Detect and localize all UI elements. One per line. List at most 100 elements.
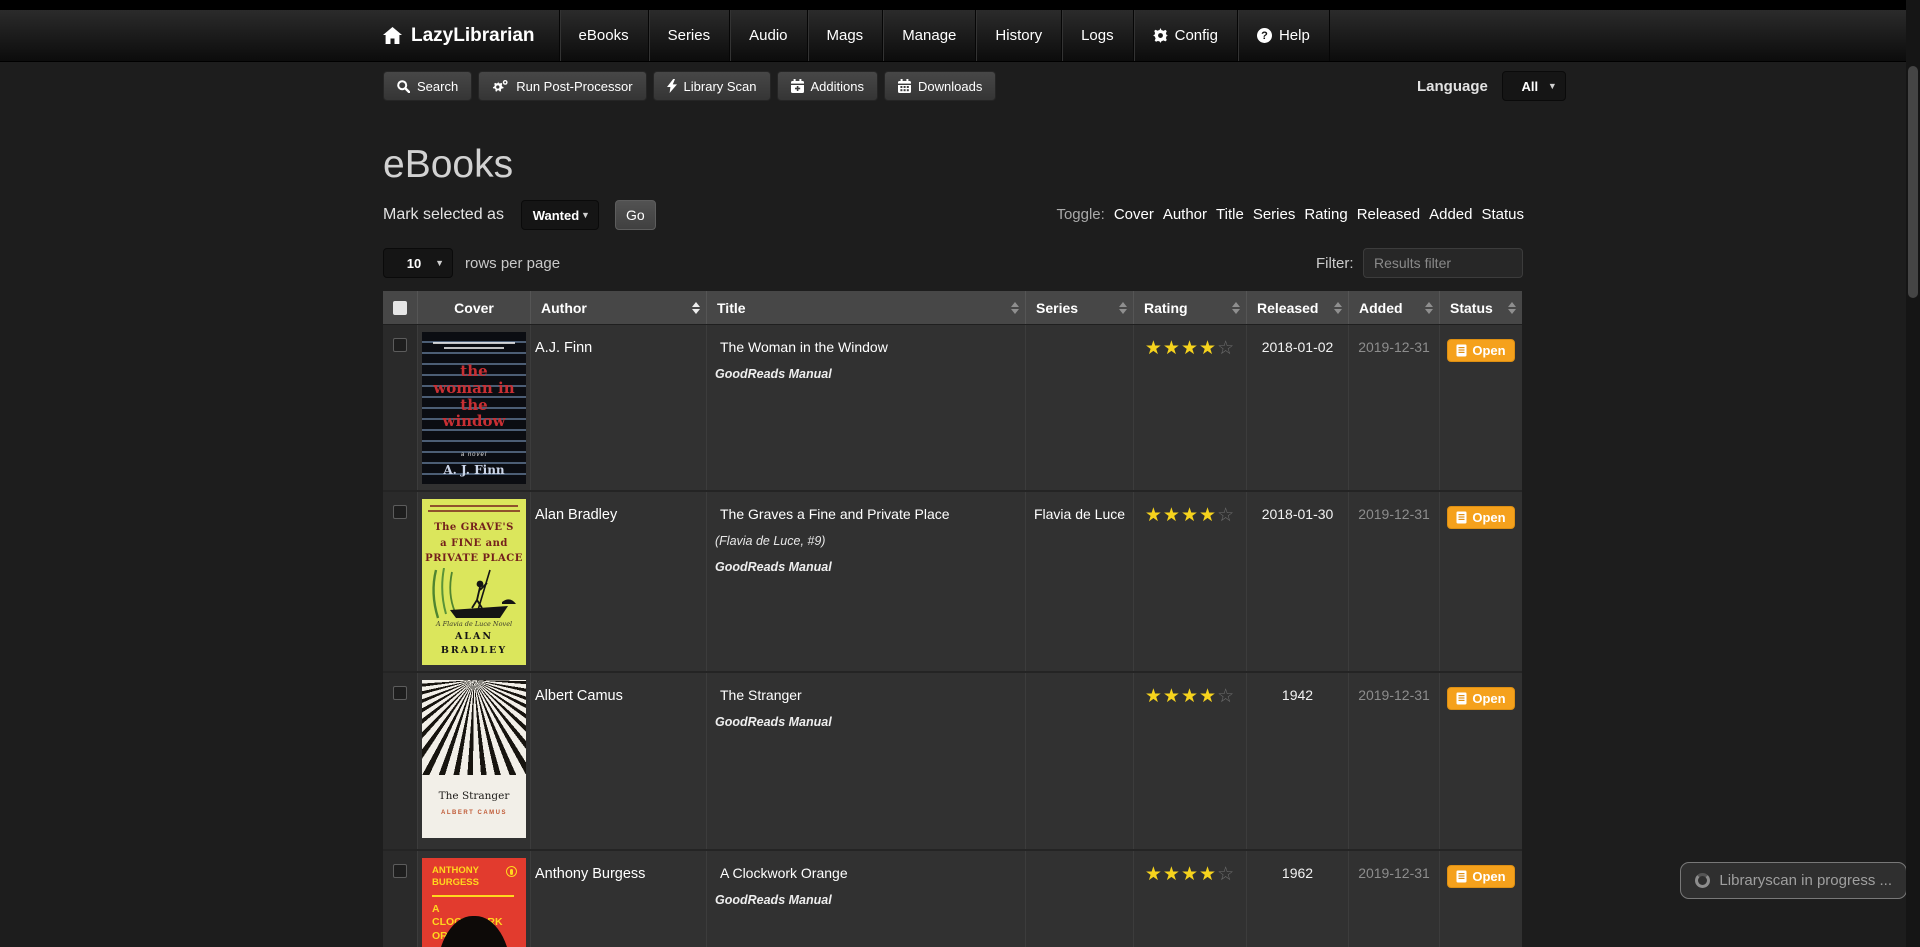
open-book-button[interactable]: Open bbox=[1447, 865, 1514, 888]
author-link[interactable]: Anthony Burgess bbox=[531, 866, 645, 882]
author-link[interactable]: Alan Bradley bbox=[531, 507, 617, 523]
open-book-button[interactable]: Open bbox=[1447, 506, 1514, 529]
added-date: 2019-12-31 bbox=[1358, 865, 1430, 881]
header-series[interactable]: Series bbox=[1026, 291, 1134, 324]
nav-label: History bbox=[995, 27, 1042, 44]
row-checkbox[interactable] bbox=[393, 864, 407, 878]
cover-title-text: The Stranger bbox=[422, 790, 526, 802]
mark-selected-label: Mark selected as bbox=[383, 206, 504, 224]
nav-item-history[interactable]: History bbox=[975, 10, 1061, 61]
status-label: Open bbox=[1472, 691, 1505, 706]
row-checkbox[interactable] bbox=[393, 338, 407, 352]
select-all-checkbox[interactable] bbox=[393, 301, 407, 315]
toggle-series[interactable]: Series bbox=[1253, 206, 1296, 223]
toggle-status[interactable]: Status bbox=[1481, 206, 1524, 223]
added-date: 2019-12-31 bbox=[1358, 687, 1430, 703]
nav-label: Manage bbox=[902, 27, 956, 44]
nav-item-series[interactable]: Series bbox=[648, 10, 730, 61]
select-all-header bbox=[383, 291, 418, 324]
nav-item-manage[interactable]: Manage bbox=[882, 10, 975, 61]
book-cover-graves-fine-private-place[interactable]: The GRAVE'S a FINE and PRIVATE PLACE A F… bbox=[422, 499, 526, 665]
nav-label: Audio bbox=[749, 27, 787, 44]
nav-item-audio[interactable]: Audio bbox=[729, 10, 806, 61]
library-scan-button[interactable]: Library Scan bbox=[653, 71, 771, 101]
author-link[interactable]: Albert Camus bbox=[531, 688, 623, 704]
go-button[interactable]: Go bbox=[615, 200, 656, 230]
nav-item-help[interactable]: ? Help bbox=[1237, 10, 1330, 61]
book-title-link[interactable]: A Clockwork Orange bbox=[707, 865, 1025, 881]
rows-per-page-select[interactable]: 10 ▼ bbox=[383, 248, 453, 278]
toggle-released[interactable]: Released bbox=[1357, 206, 1420, 223]
toggle-label: Toggle: bbox=[1056, 206, 1104, 223]
cover-title-text: the woman in the window bbox=[422, 363, 526, 430]
sort-icon bbox=[1334, 302, 1342, 314]
sort-icon bbox=[1508, 302, 1516, 314]
rows-per-page-label: rows per page bbox=[465, 255, 560, 272]
book-cover-the-stranger[interactable]: The Stranger ALBERT CAMUS bbox=[422, 680, 526, 838]
button-label: Search bbox=[417, 79, 458, 94]
nav-item-ebooks[interactable]: eBooks bbox=[559, 10, 648, 61]
book-cover-clockwork-orange[interactable]: ANTHONY BURGESS A CLOCKWORK ORANGE bbox=[422, 858, 526, 947]
released-date: 2018-01-30 bbox=[1262, 506, 1334, 522]
language-select[interactable]: All ▼ bbox=[1502, 71, 1566, 101]
added-date: 2019-12-31 bbox=[1358, 339, 1430, 355]
scrollbar-thumb[interactable] bbox=[1908, 66, 1918, 298]
nav-label: Logs bbox=[1081, 27, 1114, 44]
header-title[interactable]: Title bbox=[707, 291, 1026, 324]
status-label: Open bbox=[1472, 869, 1505, 884]
star-filled-icon: ★ bbox=[1181, 686, 1199, 707]
nav-item-logs[interactable]: Logs bbox=[1061, 10, 1133, 61]
star-filled-icon: ★ bbox=[1163, 338, 1181, 359]
book-source: GoodReads Manual bbox=[707, 560, 1025, 574]
toggle-added[interactable]: Added bbox=[1429, 206, 1472, 223]
status-label: Open bbox=[1472, 510, 1505, 525]
open-book-button[interactable]: Open bbox=[1447, 339, 1514, 362]
book-series-note: (Flavia de Luce, #9) bbox=[707, 534, 1025, 548]
header-rating[interactable]: Rating bbox=[1134, 291, 1247, 324]
book-cover-woman-in-the-window[interactable]: the woman in the window a novel A. J. Fi… bbox=[422, 332, 526, 484]
book-title-link[interactable]: The Woman in the Window bbox=[707, 339, 1025, 355]
toggle-author[interactable]: Author bbox=[1163, 206, 1207, 223]
cover-rays-pattern bbox=[422, 680, 526, 775]
vertical-scrollbar[interactable] bbox=[1906, 0, 1920, 947]
nav-label: Help bbox=[1279, 27, 1310, 44]
results-filter-input[interactable] bbox=[1363, 248, 1523, 278]
cover-title-text: PRIVATE PLACE bbox=[422, 551, 526, 567]
header-added[interactable]: Added bbox=[1349, 291, 1440, 324]
search-icon bbox=[397, 80, 410, 93]
star-filled-icon: ★ bbox=[1181, 338, 1199, 359]
action-toolbar: Search Run Post-Processor Library Scan A… bbox=[383, 71, 996, 101]
star-empty-icon: ☆ bbox=[1217, 686, 1235, 707]
series-link[interactable]: Flavia de Luce bbox=[1034, 506, 1125, 522]
run-post-processor-button[interactable]: Run Post-Processor bbox=[478, 71, 646, 101]
open-book-button[interactable]: Open bbox=[1447, 687, 1514, 710]
star-empty-icon: ☆ bbox=[1217, 505, 1235, 526]
toast-message: Libraryscan in progress ... bbox=[1719, 872, 1892, 889]
star-filled-icon: ★ bbox=[1199, 505, 1217, 526]
calendar-icon bbox=[898, 79, 911, 93]
search-button[interactable]: Search bbox=[383, 71, 472, 101]
row-checkbox[interactable] bbox=[393, 505, 407, 519]
gears-icon bbox=[492, 79, 509, 93]
nav-item-mags[interactable]: Mags bbox=[807, 10, 883, 61]
header-released[interactable]: Released bbox=[1247, 291, 1349, 324]
mark-status-select[interactable]: Wanted ▼ bbox=[521, 200, 599, 230]
toggle-cover[interactable]: Cover bbox=[1114, 206, 1154, 223]
nav-label: Config bbox=[1175, 27, 1218, 44]
table-row: The Stranger ALBERT CAMUS Albert Camus T… bbox=[383, 673, 1522, 851]
header-status[interactable]: Status bbox=[1440, 291, 1522, 324]
downloads-button[interactable]: Downloads bbox=[884, 71, 996, 101]
toggle-title[interactable]: Title bbox=[1216, 206, 1244, 223]
book-title-link[interactable]: The Stranger bbox=[707, 687, 1025, 703]
star-filled-icon: ★ bbox=[1199, 338, 1217, 359]
header-author[interactable]: Author bbox=[531, 291, 707, 324]
toggle-rating[interactable]: Rating bbox=[1304, 206, 1347, 223]
book-title-link[interactable]: The Graves a Fine and Private Place bbox=[707, 506, 1025, 522]
brand-lazylibrarian[interactable]: LazyLibrarian bbox=[383, 10, 559, 61]
author-link[interactable]: A.J. Finn bbox=[531, 340, 592, 356]
additions-button[interactable]: Additions bbox=[777, 71, 878, 101]
nav-item-config[interactable]: Config bbox=[1133, 10, 1237, 61]
star-rating: ★★★★☆ bbox=[1145, 505, 1235, 526]
brand-label: LazyLibrarian bbox=[411, 25, 535, 47]
row-checkbox[interactable] bbox=[393, 686, 407, 700]
